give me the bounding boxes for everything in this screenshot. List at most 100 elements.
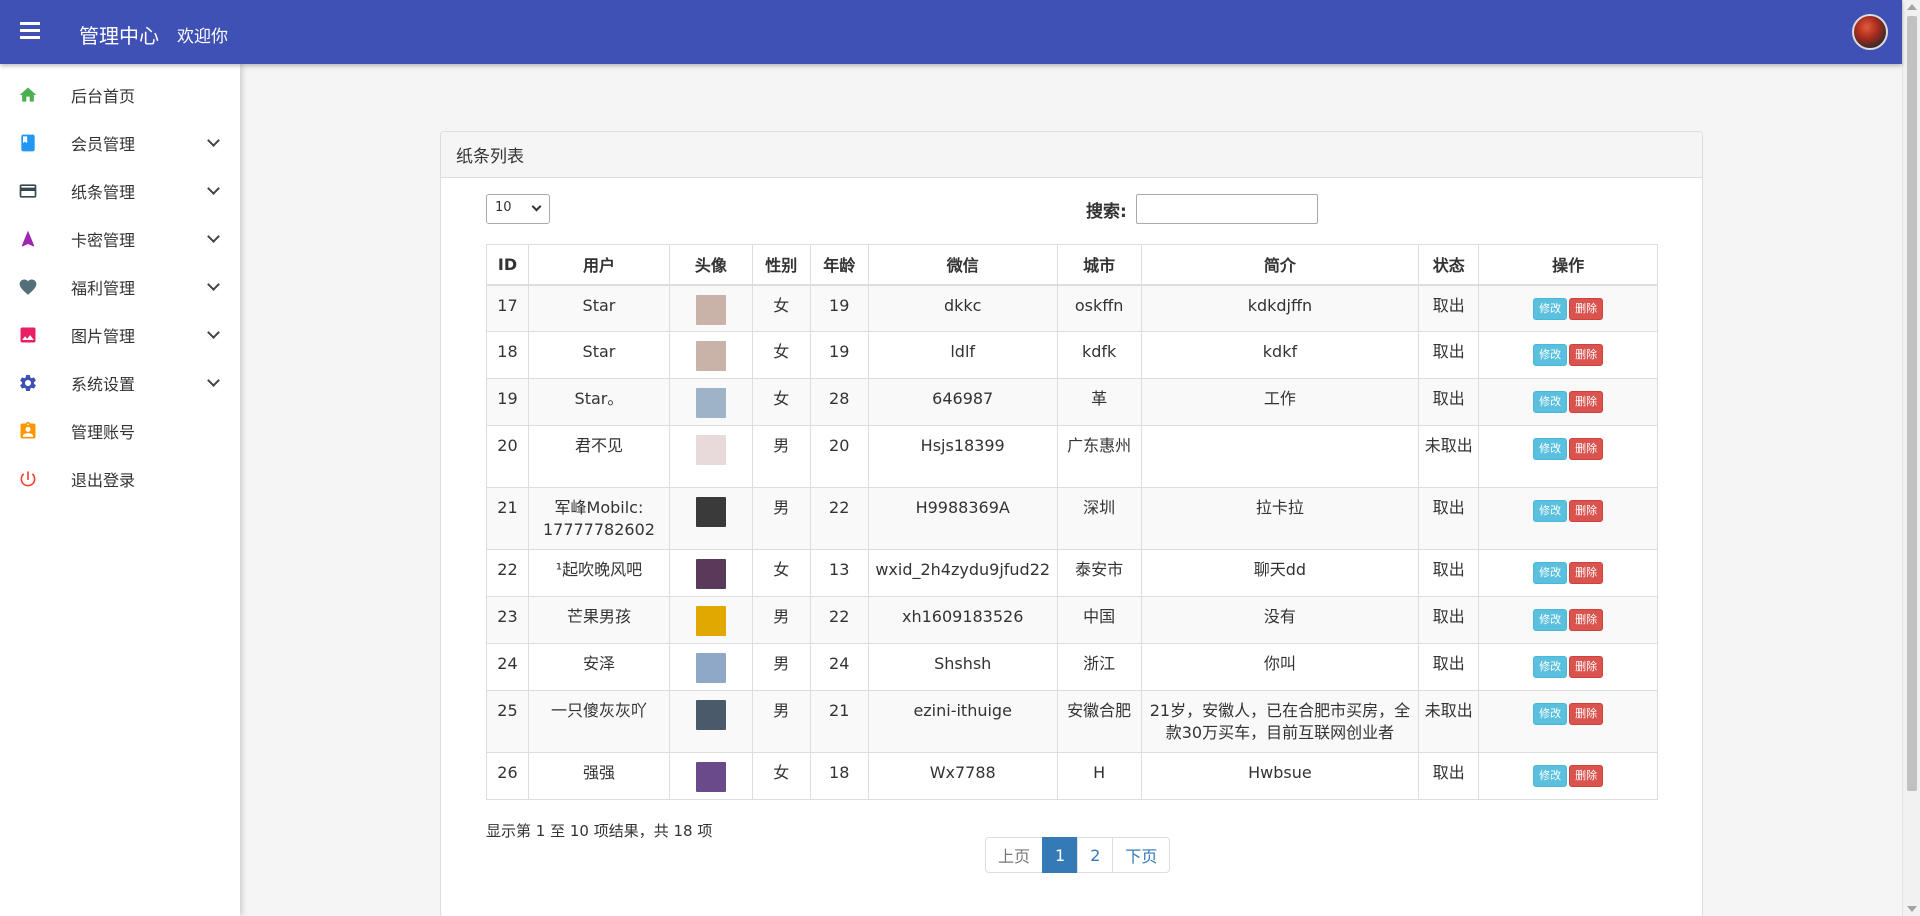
- cell-avatar: [668, 690, 753, 753]
- sidebar-item-3[interactable]: 卡密管理: [0, 215, 240, 263]
- cell-id: 23: [486, 596, 529, 644]
- scroll-thumb[interactable]: [1907, 16, 1917, 791]
- cell-actions: 修改 删除: [1478, 487, 1658, 550]
- sidebar-item-1[interactable]: 会员管理: [0, 119, 240, 167]
- sidebar-item-5[interactable]: 图片管理: [0, 311, 240, 359]
- sidebar-item-label: 管理账号: [71, 423, 136, 442]
- cell-user: 安泽: [527, 643, 670, 691]
- cell-user: 一只傻灰灰吖: [527, 690, 670, 753]
- edit-button[interactable]: 修改: [1533, 765, 1568, 787]
- cell-actions: 修改 删除: [1478, 331, 1658, 379]
- user-avatar[interactable]: [1852, 14, 1888, 50]
- cell-status: 未取出: [1418, 425, 1480, 488]
- cell-id: 17: [486, 284, 529, 332]
- delete-button[interactable]: 删除: [1569, 562, 1604, 584]
- cell-city: kdfk: [1056, 331, 1142, 379]
- edit-button[interactable]: 修改: [1533, 391, 1568, 413]
- cell-actions: 修改 删除: [1478, 596, 1658, 644]
- app-title: 管理中心: [79, 24, 159, 48]
- page-button-1[interactable]: 1: [1042, 837, 1079, 873]
- column-header: 用户: [527, 244, 670, 286]
- edit-button[interactable]: 修改: [1533, 656, 1568, 678]
- delete-button[interactable]: 删除: [1569, 297, 1604, 320]
- edit-button[interactable]: 修改: [1533, 609, 1568, 631]
- next-page-button[interactable]: 下页: [1112, 837, 1171, 873]
- sidebar-item-6[interactable]: 系统设置: [0, 359, 240, 407]
- chevron-down-icon: [207, 182, 220, 195]
- cell-user: 芒果男孩: [527, 596, 670, 644]
- delete-button[interactable]: 删除: [1569, 500, 1604, 522]
- cell-user: 强强: [527, 752, 670, 800]
- cell-age: 19: [809, 284, 869, 332]
- table-row: 26 强强女 18 Wx7788 H Hwbsue 取出 修改 删除: [486, 752, 1658, 800]
- cell-avatar: [668, 425, 753, 488]
- sidebar-item-4[interactable]: 福利管理: [0, 263, 240, 311]
- sidebar-item-2[interactable]: 纸条管理: [0, 167, 240, 215]
- sidebar-item-8[interactable]: 退出登录: [0, 455, 240, 503]
- cell-actions: 修改 删除: [1478, 643, 1658, 691]
- delete-button[interactable]: 删除: [1569, 656, 1604, 678]
- cell-city: 泰安市: [1056, 549, 1142, 597]
- delete-button[interactable]: 删除: [1569, 765, 1604, 787]
- table-row: 23 芒果男孩男 22 xh1609183526 中国 没有 取出 修改 删除: [486, 596, 1658, 644]
- cell-age: 20: [809, 425, 869, 488]
- scroll-down-icon[interactable]: [1907, 906, 1917, 912]
- edit-button[interactable]: 修改: [1533, 297, 1568, 320]
- table-row: 18 Star 女 19 ldlf kdfk kdkf 取出 修改 删除: [486, 331, 1658, 379]
- cell-actions: 修改 删除: [1478, 690, 1658, 753]
- pagination: 上页 1 2 下页: [985, 837, 1171, 873]
- cell-user: Star。: [527, 378, 670, 426]
- page-button-2[interactable]: 2: [1077, 837, 1114, 873]
- sidebar-item-label: 系统设置: [71, 375, 136, 394]
- table-row: 22 ¹起吹晚风吧女 13 wxid_2h4zydu9jfud22 泰安市 聊天dd 取出修…: [486, 549, 1658, 597]
- vertical-scrollbar[interactable]: [1902, 0, 1920, 916]
- sidebar-item-label: 后台首页: [71, 87, 136, 106]
- edit-button[interactable]: 修改: [1533, 562, 1568, 584]
- cell-intro: kdkdjffn: [1140, 284, 1420, 332]
- chevron-down-icon: [531, 201, 542, 212]
- main-content: 纸条列表 10 搜索: ID 用户 头像 性别 年龄 微信 城市 简介 状态 操作 17 Star 女…: [240, 64, 1902, 916]
- prev-page-button[interactable]: 上页: [985, 837, 1044, 873]
- table-info: 显示第 1 至 10 项结果，共 18 项: [486, 822, 713, 840]
- cell-wechat: 646987: [867, 378, 1058, 426]
- cell-wechat: ldlf: [867, 331, 1058, 379]
- cell-gender: 男: [751, 487, 811, 550]
- menu-icon[interactable]: [20, 22, 44, 40]
- cell-avatar: [668, 596, 753, 644]
- cell-age: 21: [809, 690, 869, 753]
- edit-button[interactable]: 修改: [1533, 438, 1568, 460]
- cell-status: 取出: [1418, 752, 1480, 800]
- cell-city: oskffn: [1056, 284, 1142, 332]
- cell-id: 25: [486, 690, 529, 753]
- image-icon: [17, 324, 39, 346]
- cell-city: 广东惠州: [1056, 425, 1142, 488]
- avatar-thumbnail: [695, 294, 726, 325]
- sidebar-item-0[interactable]: 后台首页: [0, 71, 240, 119]
- column-header: 年龄: [809, 244, 869, 286]
- delete-button[interactable]: 删除: [1569, 609, 1604, 631]
- delete-button[interactable]: 删除: [1569, 391, 1604, 413]
- cell-avatar: [668, 487, 753, 550]
- delete-button[interactable]: 删除: [1569, 438, 1604, 460]
- edit-button[interactable]: 修改: [1533, 344, 1568, 366]
- sidebar-item-label: 纸条管理: [71, 183, 136, 202]
- avatar-thumbnail: [695, 606, 726, 636]
- sidebar-item-label: 福利管理: [71, 279, 136, 298]
- avatar-thumbnail: [695, 388, 726, 418]
- delete-button[interactable]: 删除: [1569, 344, 1604, 366]
- cell-gender: 男: [751, 690, 811, 753]
- sidebar-item-7[interactable]: 管理账号: [0, 407, 240, 455]
- edit-button[interactable]: 修改: [1533, 500, 1568, 522]
- cell-status: 取出: [1418, 331, 1480, 379]
- heart-icon: [17, 276, 39, 298]
- edit-button[interactable]: 修改: [1533, 703, 1568, 725]
- scroll-up-icon[interactable]: [1907, 4, 1917, 10]
- search-input[interactable]: [1136, 194, 1318, 224]
- cell-actions: 修改 删除: [1478, 284, 1658, 332]
- cell-user: 君不见: [527, 425, 670, 488]
- page-size-select[interactable]: 10: [486, 194, 550, 224]
- cell-gender: 男: [751, 596, 811, 644]
- cell-status: 取出: [1418, 378, 1480, 426]
- delete-button[interactable]: 删除: [1569, 703, 1604, 725]
- cell-age: 28: [809, 378, 869, 426]
